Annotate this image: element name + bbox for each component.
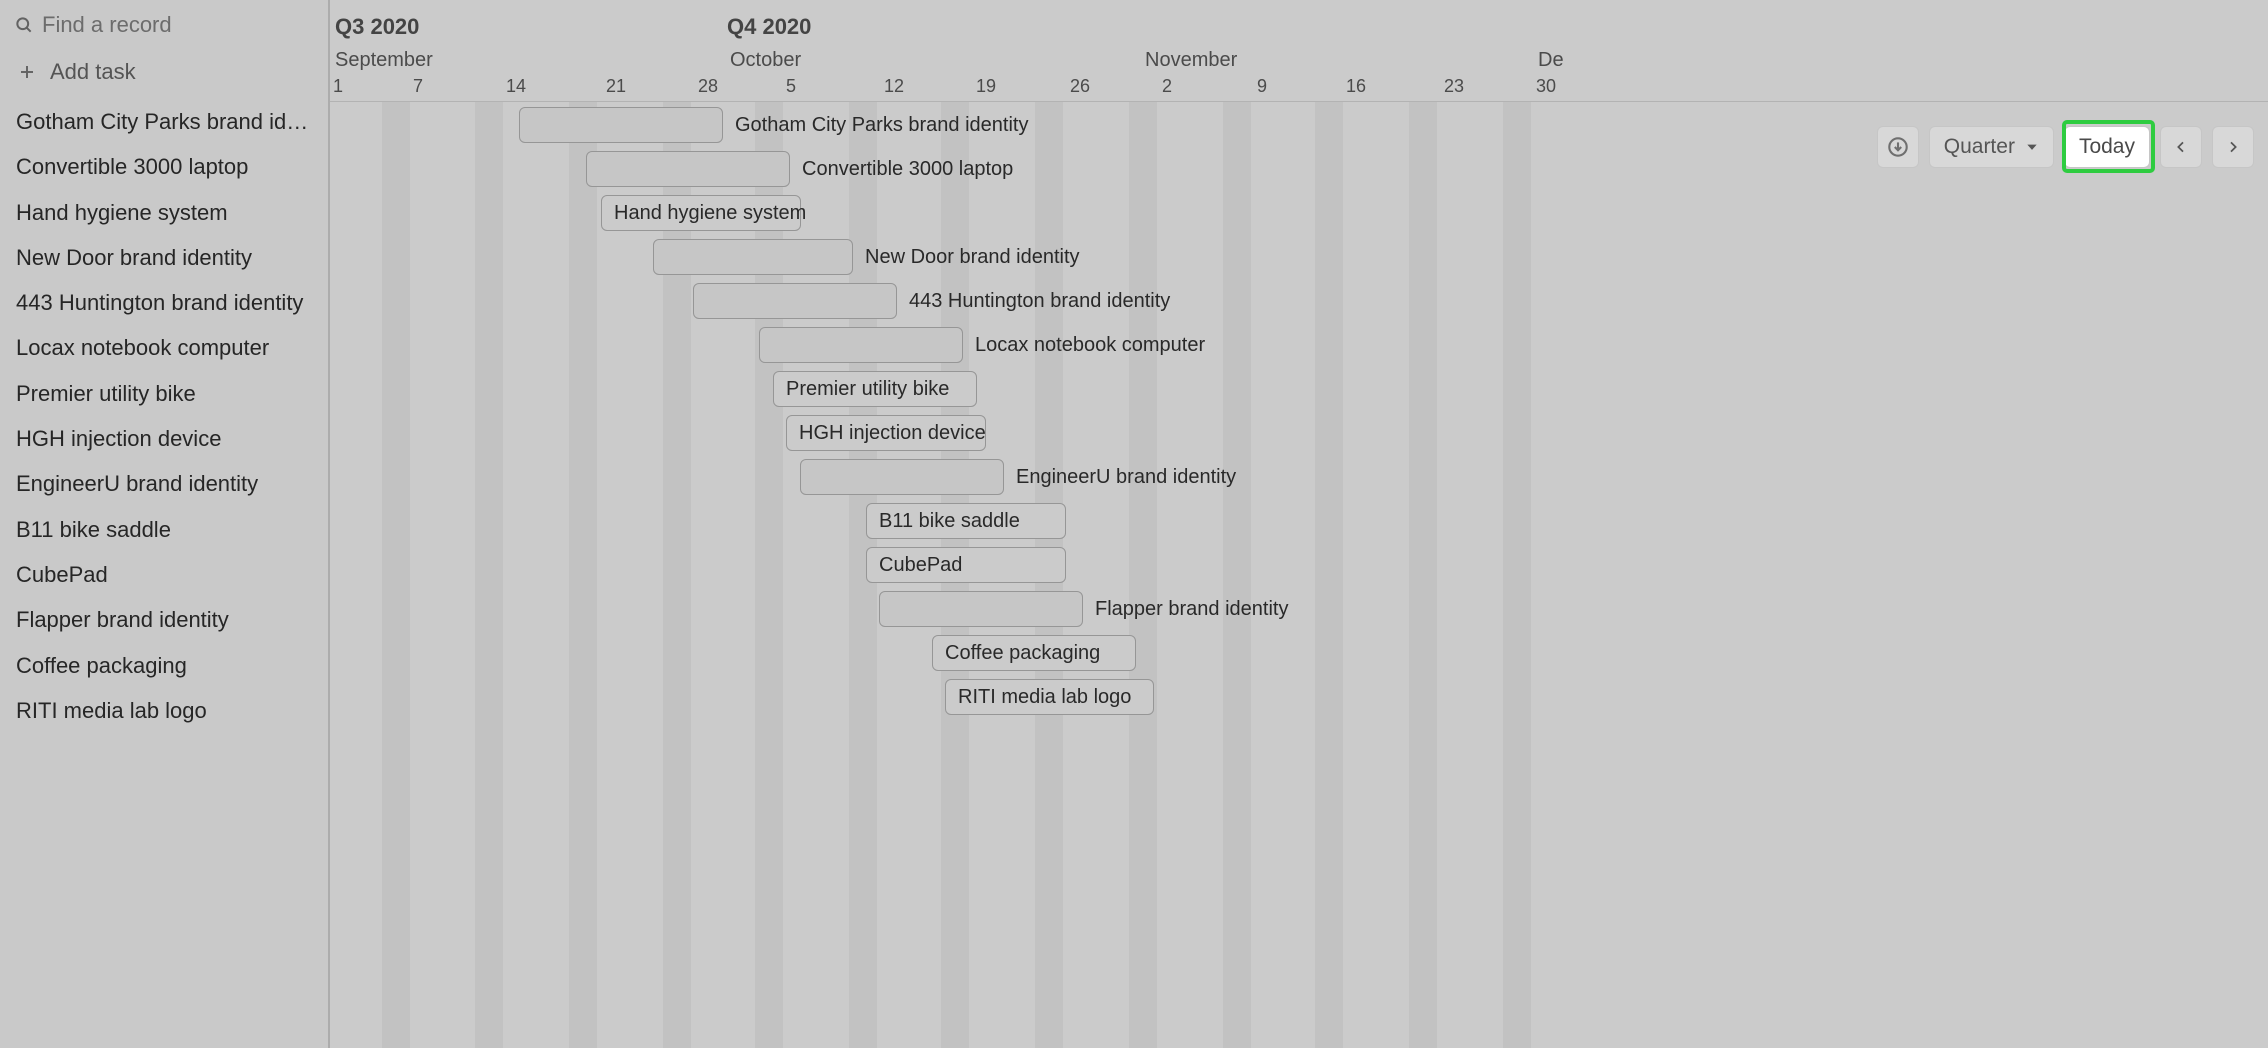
task-item[interactable]: CubePad	[0, 552, 328, 597]
chevron-right-icon	[2225, 139, 2241, 155]
day-label: 1	[333, 76, 343, 97]
timescale-select[interactable]: Quarter	[1929, 126, 2054, 168]
day-label: 19	[976, 76, 996, 97]
task-list: Gotham City Parks brand iden…Convertible…	[0, 99, 328, 1048]
quarter-label: Q4 2020	[727, 14, 811, 40]
weekend-band	[1129, 102, 1157, 1048]
chevron-down-icon	[2025, 140, 2039, 154]
timeline-bar[interactable]	[800, 459, 1004, 495]
task-item[interactable]: Flapper brand identity	[0, 597, 328, 642]
weekend-band	[569, 102, 597, 1048]
timeline-bar-label: Convertible 3000 laptop	[802, 158, 1013, 181]
sidebar: Add task Gotham City Parks brand iden…Co…	[0, 0, 330, 1048]
timeline-bar[interactable]	[519, 107, 723, 143]
day-label: 26	[1070, 76, 1090, 97]
timeline-bar[interactable]	[693, 283, 897, 319]
search-icon	[14, 14, 34, 36]
weekend-band	[1315, 102, 1343, 1048]
task-item[interactable]: Hand hygiene system	[0, 190, 328, 235]
timeline-bar[interactable]	[586, 151, 790, 187]
add-task-button[interactable]: Add task	[0, 50, 328, 99]
task-item[interactable]: B11 bike saddle	[0, 507, 328, 552]
today-label: Today	[2079, 135, 2135, 159]
month-label: De	[1538, 49, 1564, 72]
timeline-bar[interactable]: HGH injection device	[786, 415, 986, 451]
timeline-bar[interactable]	[759, 327, 963, 363]
day-label: 14	[506, 76, 526, 97]
task-item[interactable]: Convertible 3000 laptop	[0, 144, 328, 189]
day-label: 28	[698, 76, 718, 97]
plus-icon	[16, 61, 38, 83]
timeline-bar[interactable]	[879, 591, 1083, 627]
timeline-bar[interactable]: B11 bike saddle	[866, 503, 1066, 539]
timeline-bar-label: 443 Huntington brand identity	[909, 290, 1170, 313]
weekend-band	[475, 102, 503, 1048]
task-item[interactable]: Premier utility bike	[0, 371, 328, 416]
timescale-label: Quarter	[1944, 135, 2015, 159]
timeline-bar-label: New Door brand identity	[865, 246, 1080, 269]
day-label: 16	[1346, 76, 1366, 97]
task-item[interactable]: RITI media lab logo	[0, 688, 328, 733]
month-label: September	[335, 49, 433, 72]
task-item[interactable]: EngineerU brand identity	[0, 461, 328, 506]
task-item[interactable]: New Door brand identity	[0, 235, 328, 280]
timeline-bar[interactable]: RITI media lab logo	[945, 679, 1154, 715]
weekend-band	[1409, 102, 1437, 1048]
day-label: 7	[413, 76, 423, 97]
quarter-label: Q3 2020	[335, 14, 419, 40]
next-button[interactable]	[2212, 126, 2254, 168]
chevron-left-icon	[2173, 139, 2189, 155]
search-input[interactable]	[34, 12, 330, 38]
task-item[interactable]: 443 Huntington brand identity	[0, 280, 328, 325]
timeline-bar-label: Flapper brand identity	[1095, 598, 1288, 621]
timeline-bar[interactable]	[653, 239, 853, 275]
day-label: 12	[884, 76, 904, 97]
day-label: 5	[786, 76, 796, 97]
export-button[interactable]	[1877, 126, 1919, 168]
sidebar-search-row	[0, 0, 328, 50]
task-item[interactable]: Gotham City Parks brand iden…	[0, 99, 328, 144]
add-task-label: Add task	[50, 59, 136, 85]
timeline-header: Q3 2020 Q4 2020 September October November De…	[330, 0, 2268, 102]
task-item[interactable]: HGH injection device	[0, 416, 328, 461]
timeline-bar-label: Locax notebook computer	[975, 334, 1205, 357]
day-label: 30	[1536, 76, 1556, 97]
timeline-bar-label: Gotham City Parks brand identity	[735, 114, 1028, 137]
weekend-band	[1503, 102, 1531, 1048]
day-label: 9	[1257, 76, 1267, 97]
download-icon	[1887, 136, 1909, 158]
weekend-band	[382, 102, 410, 1048]
month-label: October	[730, 49, 801, 72]
timeline-bar[interactable]: Hand hygiene system	[601, 195, 801, 231]
day-label: 21	[606, 76, 626, 97]
timeline-bar[interactable]: Premier utility bike	[773, 371, 977, 407]
day-label: 23	[1444, 76, 1464, 97]
timeline-bar-label: EngineerU brand identity	[1016, 466, 1236, 489]
prev-button[interactable]	[2160, 126, 2202, 168]
month-label: November	[1145, 49, 1237, 72]
timeline-bar[interactable]: CubePad	[866, 547, 1066, 583]
today-button[interactable]: Today	[2064, 126, 2150, 168]
weekend-band	[1223, 102, 1251, 1048]
timeline-bar[interactable]: Coffee packaging	[932, 635, 1136, 671]
timeline-toolbar: Quarter Today	[1877, 126, 2254, 168]
task-item[interactable]: Locax notebook computer	[0, 325, 328, 370]
day-label: 2	[1162, 76, 1172, 97]
timeline-body[interactable]: Gotham City Parks brand identity Converti…	[330, 102, 2268, 1048]
task-item[interactable]: Coffee packaging	[0, 643, 328, 688]
